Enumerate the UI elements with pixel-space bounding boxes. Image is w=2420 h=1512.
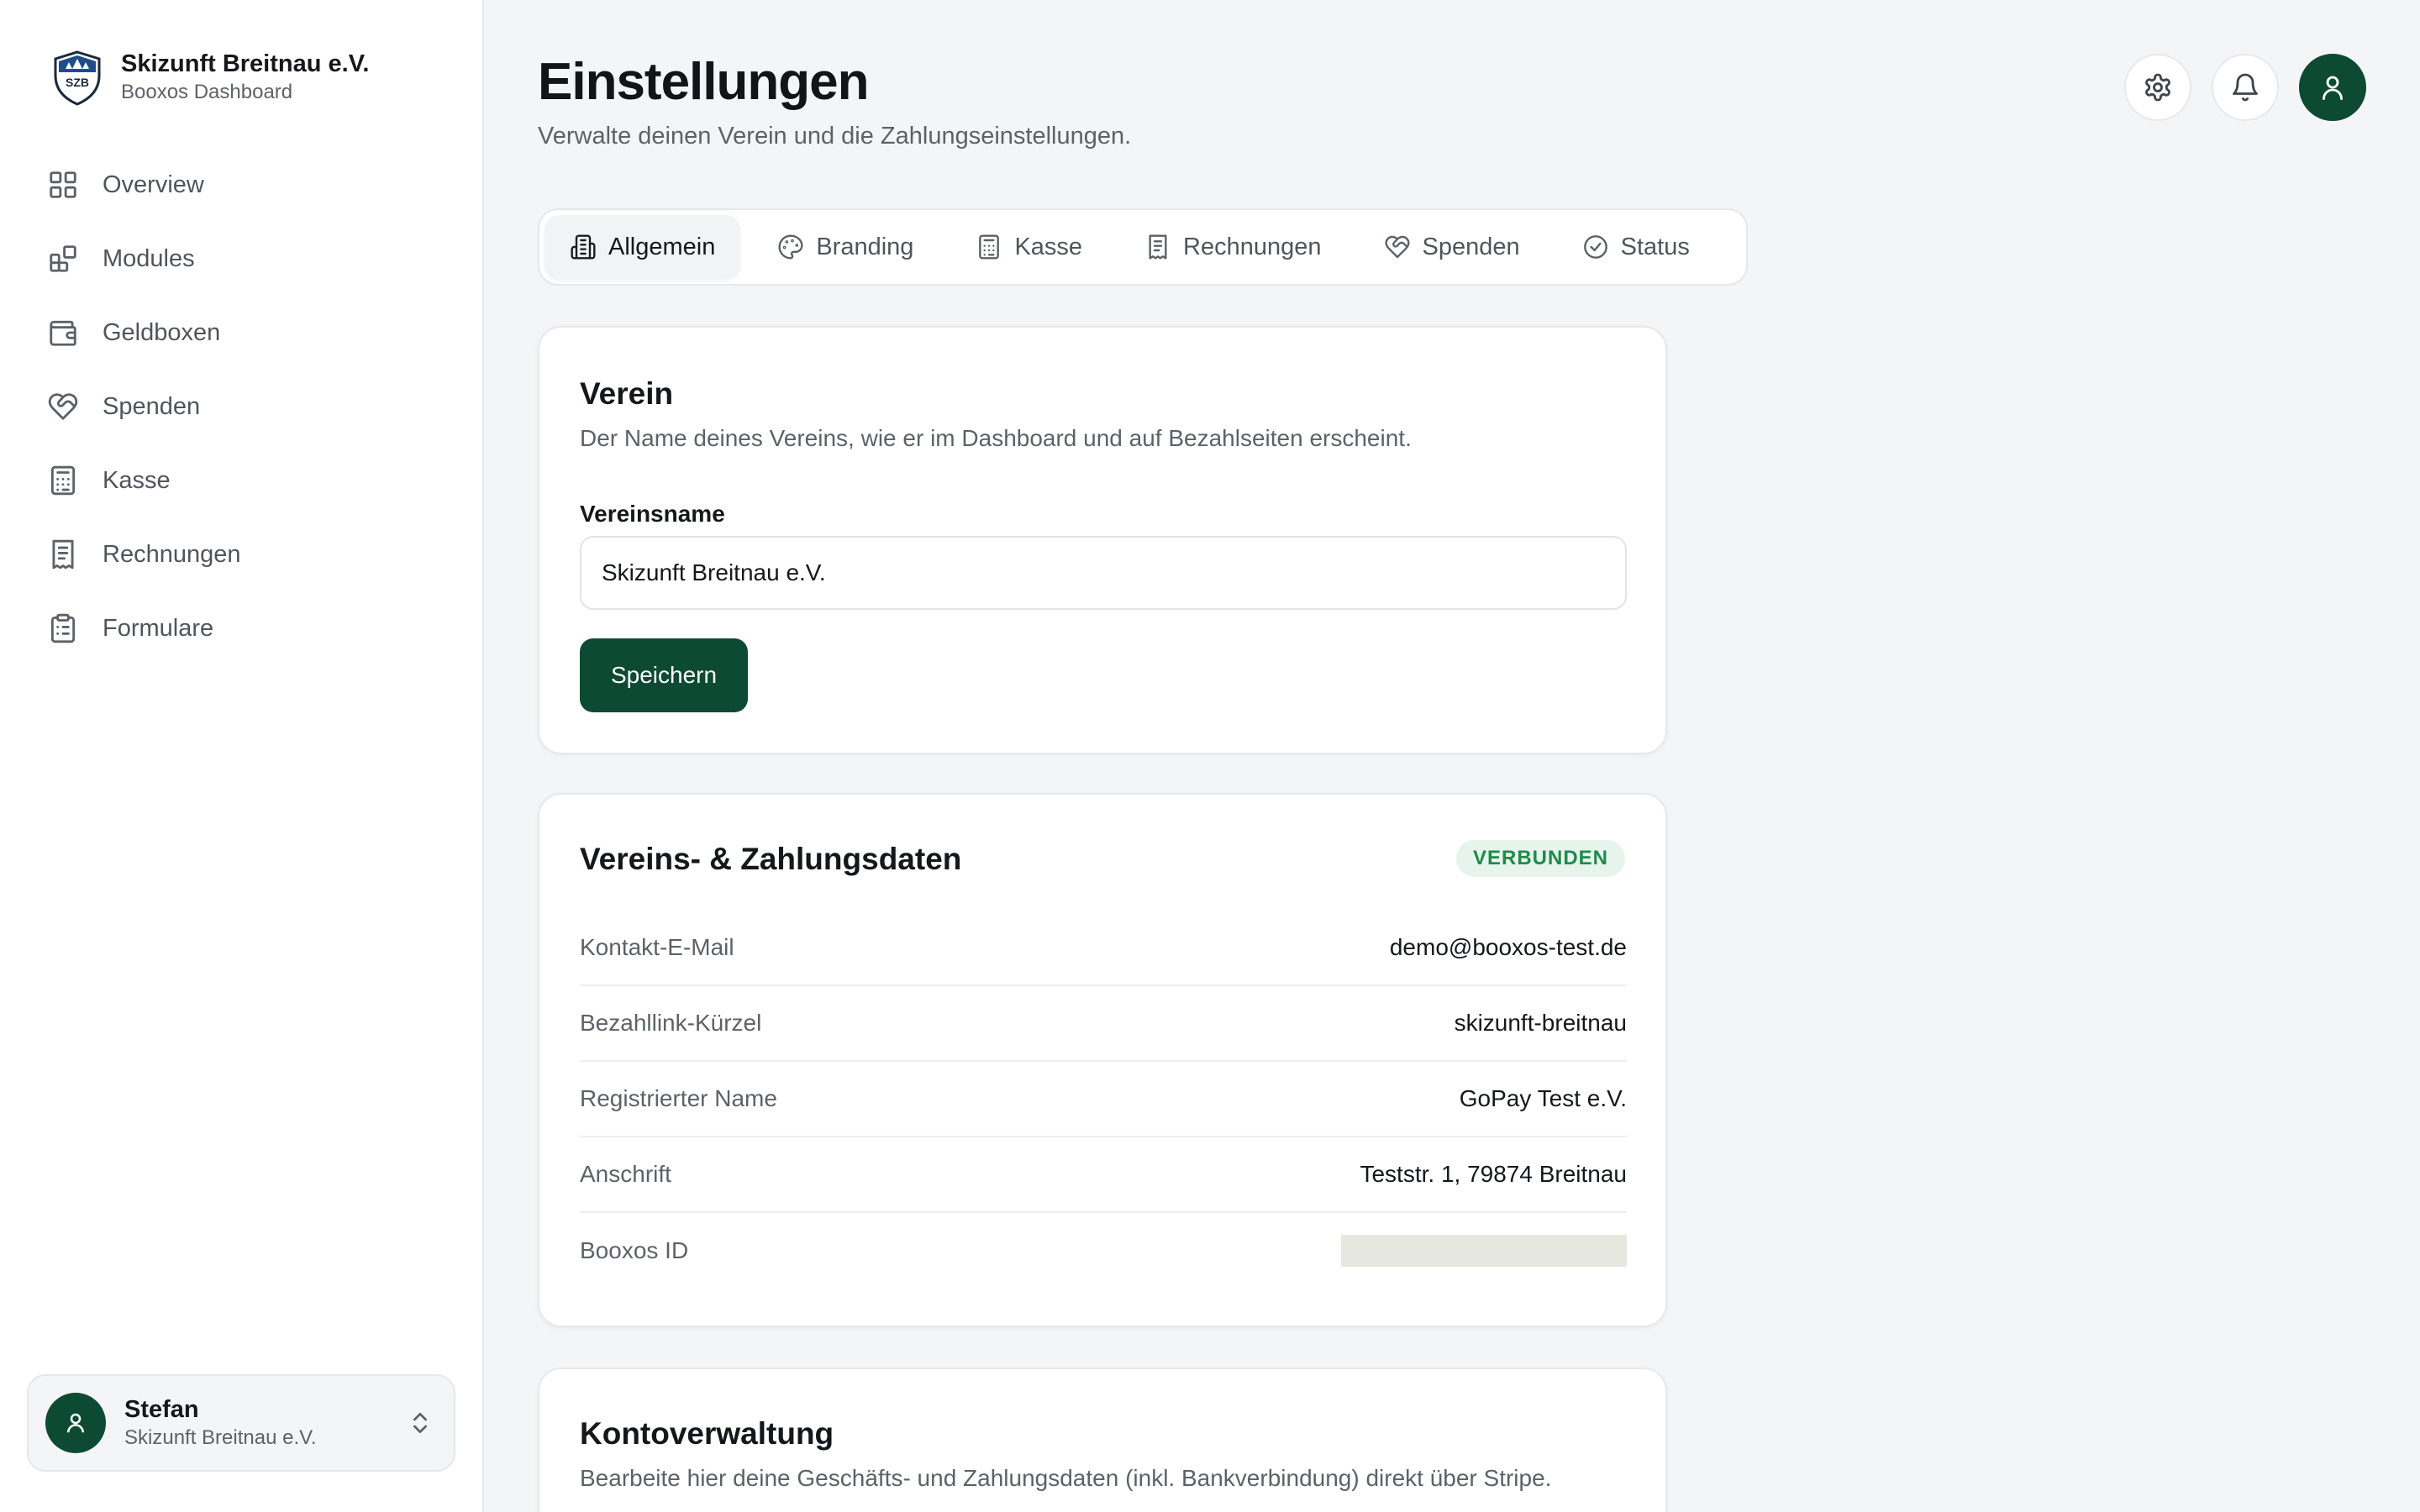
sidebar-item-label: Kasse — [103, 466, 171, 494]
palette-icon — [778, 234, 803, 260]
data-list: Kontakt-E-Mail demo@booxos-test.de Bezah… — [580, 911, 1627, 1289]
receipt-icon — [52, 539, 74, 570]
check-circle-icon — [1583, 235, 1607, 259]
user-org: Skizunft Breitnau e.V. — [124, 1426, 317, 1449]
payment-data-card: Vereins- & Zahlungsdaten VERBUNDEN Konta… — [538, 793, 1667, 1327]
chevrons-up-down-icon — [413, 1413, 427, 1433]
card-title: Vereins- & Zahlungsdaten — [580, 842, 962, 876]
row-value: demo@booxos-test.de — [1389, 934, 1627, 960]
tab-label: Status — [1620, 233, 1690, 260]
tab-rechnungen[interactable]: Rechnungen — [1119, 215, 1346, 279]
row-label: Registrierter Name — [580, 1085, 777, 1111]
brand-subtitle: Booxos Dashboard — [121, 81, 293, 103]
save-button[interactable]: Speichern — [580, 638, 748, 712]
row-value: Teststr. 1, 79874 Breitnau — [1360, 1161, 1627, 1187]
notifications-button[interactable] — [2212, 54, 2279, 121]
sidebar-item-label: Formulare — [103, 614, 214, 642]
calculator-icon — [979, 234, 1000, 260]
calculator-icon — [50, 465, 76, 496]
row-label: Bezahllink-Kürzel — [580, 1010, 762, 1036]
list-item: Bezahllink-Kürzel skizunft-breitnau — [580, 986, 1627, 1062]
heart-handshake-icon — [1384, 235, 1410, 259]
heart-handshake-icon — [48, 393, 78, 420]
tab-status[interactable]: Status — [1557, 215, 1715, 279]
header-actions — [2124, 54, 2366, 121]
redacted-value — [1341, 1235, 1627, 1267]
sidebar: SZB Skizunft Breitnau e.V. Booxos Dashbo… — [0, 0, 484, 1512]
page-subtitle: Verwalte deinen Verein und die Zahlungse… — [538, 123, 1132, 150]
svg-text:SZB: SZB — [66, 76, 89, 89]
sidebar-item-overview[interactable]: Overview — [27, 151, 457, 218]
tab-branding[interactable]: Branding — [752, 215, 939, 279]
tab-label: Allgemein — [608, 233, 716, 260]
list-item: Kontakt-E-Mail demo@booxos-test.de — [580, 911, 1627, 986]
wallet-icon — [50, 320, 76, 346]
club-logo: SZB — [54, 50, 101, 106]
profile-button[interactable] — [2299, 54, 2366, 121]
settings-button[interactable] — [2124, 54, 2191, 121]
list-item: Booxos ID — [580, 1213, 1627, 1289]
grid-icon — [50, 171, 76, 198]
sidebar-item-label: Spenden — [103, 392, 201, 420]
tab-label: Kasse — [1014, 233, 1083, 260]
sidebar-item-kasse[interactable]: Kasse — [27, 447, 457, 514]
user-icon — [2323, 76, 2343, 100]
building-icon — [571, 234, 596, 260]
avatar — [45, 1393, 106, 1453]
tab-kasse[interactable]: Kasse — [950, 215, 1107, 279]
vereinsname-label: Vereinsname — [580, 501, 725, 527]
tab-allgemein[interactable]: Allgemein — [544, 215, 741, 279]
clipboard-list-icon — [50, 613, 76, 643]
card-description: Der Name deines Vereins, wie er im Dashb… — [580, 425, 1412, 451]
vereinsname-input[interactable] — [580, 536, 1627, 610]
list-item: Registrierter Name GoPay Test e.V. — [580, 1062, 1627, 1137]
brand[interactable]: SZB Skizunft Breitnau e.V. Booxos Dashbo… — [47, 47, 369, 108]
sidebar-item-label: Geldboxen — [103, 318, 221, 346]
sidebar-item-label: Modules — [103, 244, 195, 272]
sidebar-item-label: Rechnungen — [103, 540, 241, 568]
gear-icon — [2145, 73, 2170, 102]
user-name: Stefan — [124, 1396, 199, 1423]
card-title: Verein — [580, 376, 674, 411]
list-item: Anschrift Teststr. 1, 79874 Breitnau — [580, 1137, 1627, 1213]
sidebar-item-modules[interactable]: Modules — [27, 225, 457, 292]
verein-card: Verein Der Name deines Vereins, wie er i… — [538, 326, 1667, 754]
tab-spenden[interactable]: Spenden — [1359, 215, 1545, 279]
row-value: GoPay Test e.V. — [1459, 1085, 1627, 1111]
tab-label: Rechnungen — [1183, 233, 1322, 260]
settings-tabs: Allgemein Branding Kasse Rechnungen Spen… — [538, 208, 1748, 286]
receipt-icon — [1149, 234, 1167, 260]
sidebar-item-label: Overview — [103, 171, 204, 198]
user-menu[interactable]: Stefan Skizunft Breitnau e.V. — [27, 1374, 455, 1472]
card-description: Bearbeite hier deine Geschäfts- und Zahl… — [580, 1465, 1552, 1491]
sidebar-item-geldboxen[interactable]: Geldboxen — [27, 299, 457, 366]
card-title: Kontoverwaltung — [580, 1416, 834, 1451]
sidebar-item-spenden[interactable]: Spenden — [27, 373, 457, 440]
brand-name: Skizunft Breitnau e.V. — [121, 50, 370, 77]
row-label: Anschrift — [580, 1161, 671, 1187]
page-title: Einstellungen — [538, 53, 869, 111]
row-label: Booxos ID — [580, 1237, 689, 1263]
bell-icon — [2233, 73, 2258, 102]
sidebar-nav: Overview Modules Geldboxen Spenden Kasse… — [27, 151, 457, 669]
sidebar-item-rechnungen[interactable]: Rechnungen — [27, 521, 457, 588]
tab-label: Spenden — [1422, 233, 1520, 260]
modules-icon — [50, 245, 76, 272]
account-management-card: Kontoverwaltung Bearbeite hier deine Ges… — [538, 1368, 1667, 1512]
row-label: Kontakt-E-Mail — [580, 934, 734, 960]
user-icon — [67, 1413, 84, 1433]
sidebar-item-formulare[interactable]: Formulare — [27, 595, 457, 662]
status-badge: VERBUNDEN — [1455, 840, 1625, 877]
tab-label: Branding — [816, 233, 914, 260]
row-value: skizunft-breitnau — [1454, 1010, 1627, 1036]
